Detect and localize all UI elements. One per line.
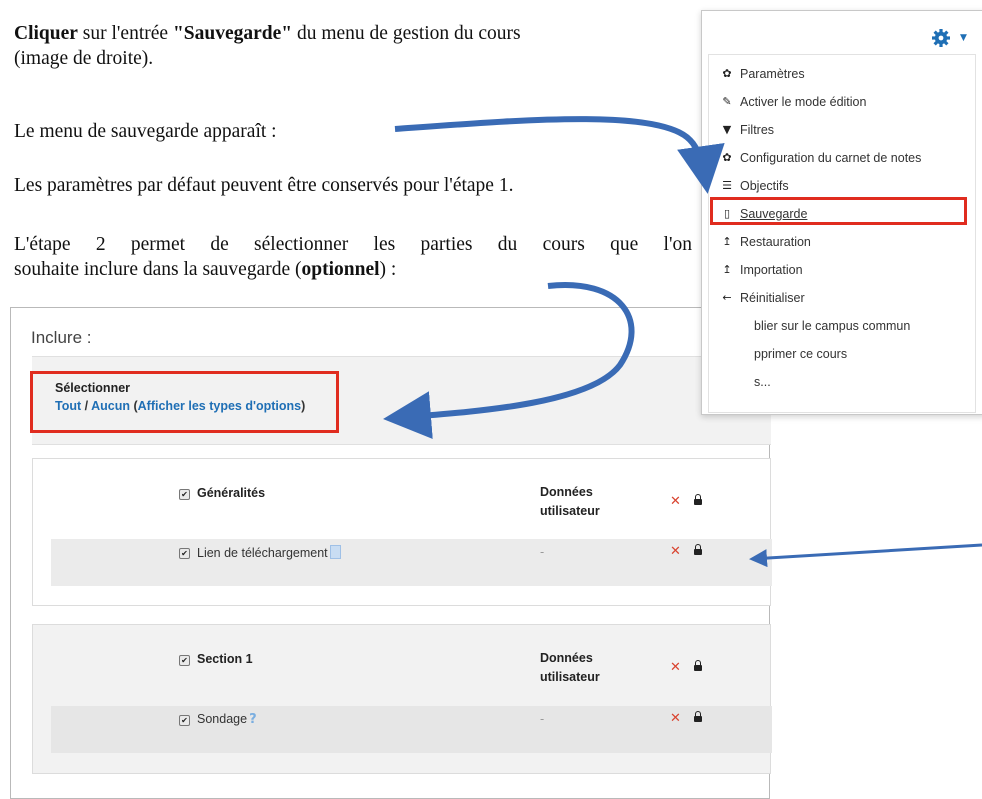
- annotation-arrows: [383, 116, 982, 568]
- arrow-to-activity-row: [749, 543, 982, 568]
- arrow-to-backup-menu: [394, 116, 725, 194]
- arrow-to-select-box: [383, 282, 635, 440]
